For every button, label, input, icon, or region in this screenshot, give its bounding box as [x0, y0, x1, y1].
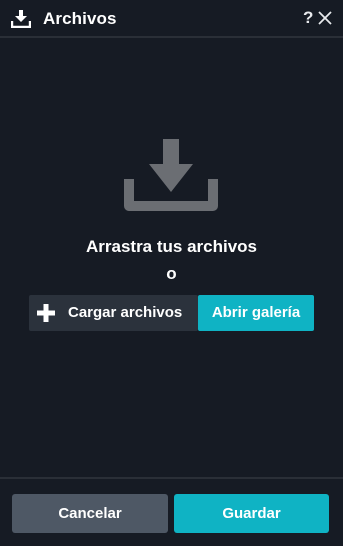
help-button[interactable]: ?: [303, 8, 313, 28]
download-icon: [11, 10, 31, 28]
download-tray-icon: [124, 139, 218, 211]
open-gallery-button[interactable]: Abrir galería: [198, 295, 314, 331]
cancel-label: Cancelar: [58, 505, 122, 522]
window-title: Archivos: [43, 9, 117, 28]
file-dropzone[interactable]: Arrastra tus archivos o Cargar archivos …: [0, 40, 343, 470]
close-icon[interactable]: [317, 10, 333, 26]
drag-files-text: Arrastra tus archivos: [85, 237, 258, 256]
plus-icon: [37, 304, 55, 322]
upload-files-button[interactable]: Cargar archivos: [29, 295, 198, 331]
or-text: o: [166, 264, 177, 283]
upload-files-label: Cargar archivos: [68, 304, 183, 321]
save-button[interactable]: Guardar: [174, 494, 329, 533]
open-gallery-label: Abrir galería: [211, 304, 301, 321]
save-label: Guardar: [222, 505, 281, 522]
cancel-button[interactable]: Cancelar: [12, 494, 168, 533]
dialog-footer: Cancelar Guardar: [0, 477, 343, 546]
title-bar: Archivos ?: [0, 0, 343, 38]
